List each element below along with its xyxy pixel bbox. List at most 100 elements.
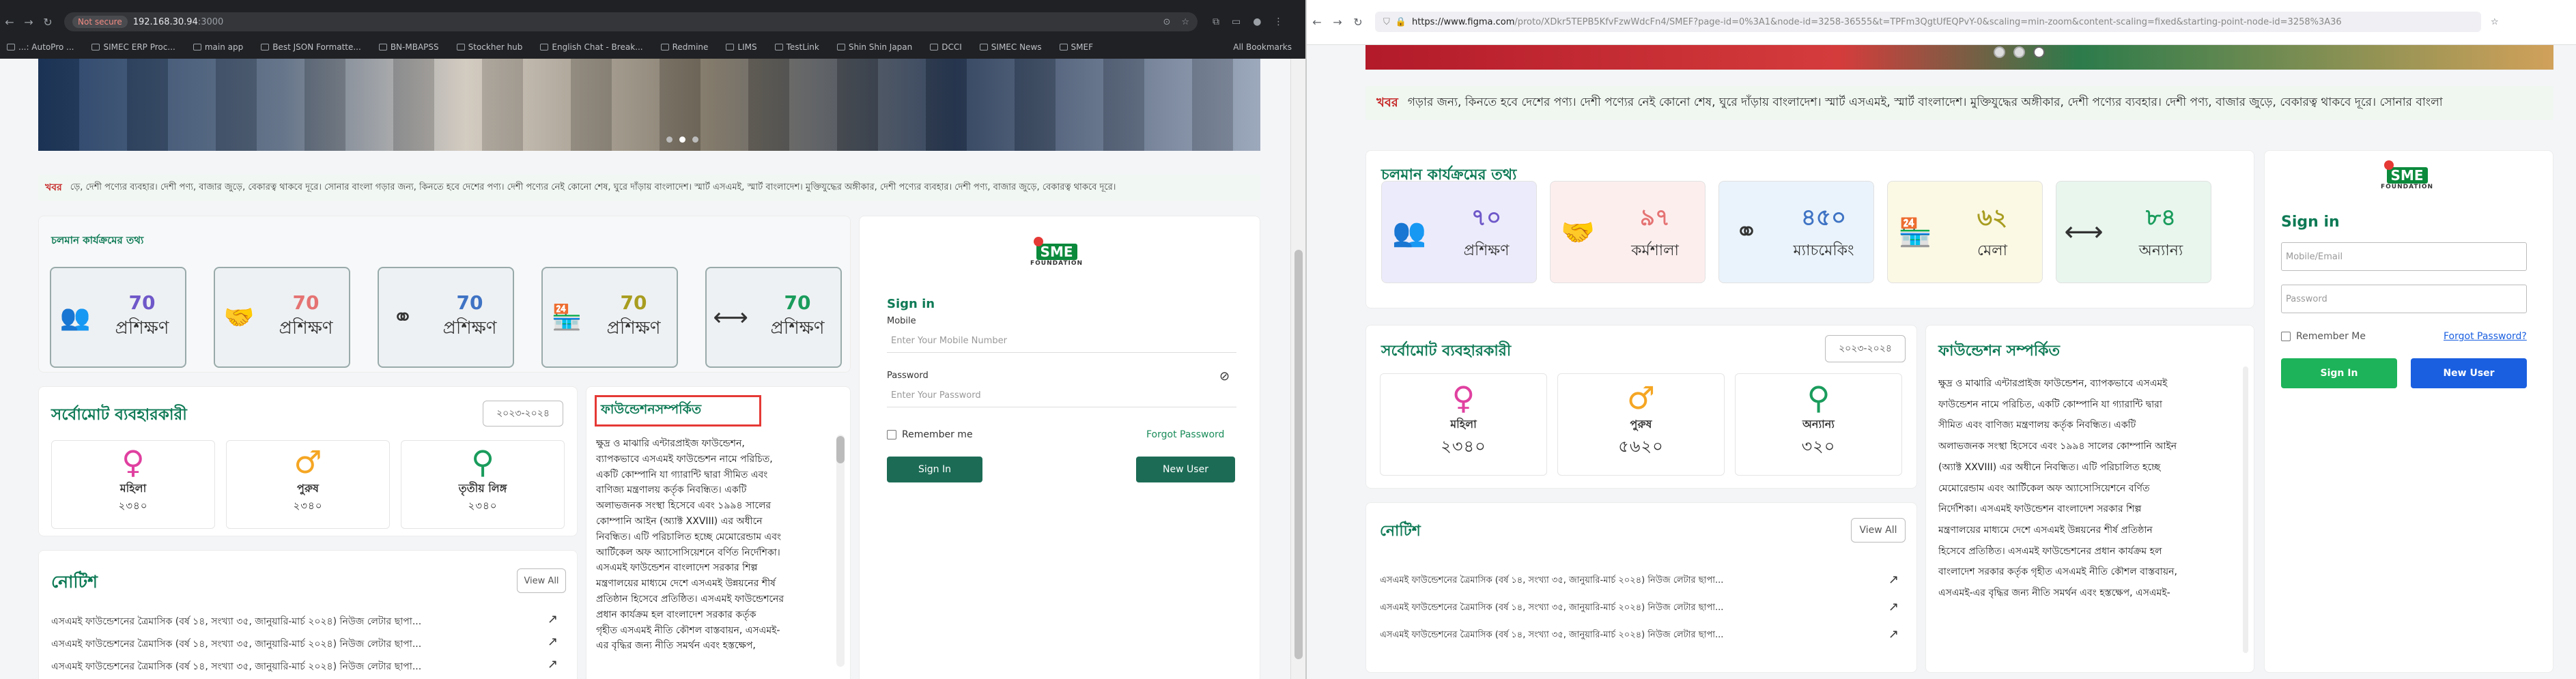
forward-icon[interactable]: → [19,16,38,29]
translate-icon[interactable]: ⊙ [1163,17,1170,27]
right-browser-window: ← → ↻ ⛉ 🔒 https://www.figma.com/proto/XD… [1305,0,2576,679]
signin-card: SME FOUNDATION Sign in Mobile/Email Passw… [2264,150,2553,673]
notice-item[interactable]: এসএমই ফাউন্ডেশনের ত্রৈমাসিক (বর্ষ ১৪, সং… [51,659,421,675]
remember-me[interactable]: Remember me [887,429,973,440]
notice-title: নোটিশ [1380,523,1421,540]
forgot-password-link[interactable]: Forgot Password? [2444,331,2527,342]
remember-checkbox[interactable] [887,430,896,439]
mobile-input[interactable]: Enter Your Mobile Number [887,330,1236,353]
stat-card[interactable]: 👥 70 প্রশিক্ষণ [50,267,186,368]
left-page-scrollbar[interactable] [1290,59,1305,679]
arrow-up-right-icon[interactable]: ↗ [548,635,558,649]
arrow-up-right-icon[interactable]: ↗ [1888,600,1899,614]
year-select[interactable]: ২০২৩-২০২৪ [483,401,563,427]
bookmark-star-icon[interactable]: ☆ [2491,17,2499,27]
remember-checkbox[interactable] [2281,332,2291,341]
notice-item[interactable]: এসএমই ফাউন্ডেশনের ত্রৈমাসিক (বর্ষ ১৪, সং… [1380,629,1723,643]
bookmark-item[interactable]: English Chat - Break... [540,42,643,52]
carousel-dot[interactable] [1994,46,2005,58]
url-host: https://www.figma.com [1411,16,1515,27]
about-line: মন্ত্রণালয়ের মাধ্যমে দেশে এসএমই উন্নয়ন… [1938,524,2153,536]
gender-label: মহিলা [1450,417,1477,431]
menu-kebab-icon[interactable]: ⋮ [1273,16,1283,27]
carousel-dot[interactable] [692,136,698,143]
forgot-password-link[interactable]: Forgot Password [1146,429,1224,440]
stat-card[interactable]: 🏪 ৬২ মেলা [1887,181,2043,283]
stat-card[interactable]: ⟷ 70 প্রশিক্ষণ [705,267,842,368]
about-line: ব্যাপকভাবে এসএমই ফাউন্ডেশন নামে পরিচিত, [596,453,773,465]
all-bookmarks-button[interactable]: All Bookmarks [1233,42,1292,52]
carousel-dot[interactable] [679,136,685,143]
forward-icon[interactable]: → [1327,16,1348,29]
back-icon[interactable]: ← [0,16,19,29]
notice-item[interactable]: এসএমই ফাউন্ডেশনের ত্রৈমাসিক (বর্ষ ১৪, সং… [51,636,421,652]
reload-icon[interactable]: ↻ [1348,16,1368,29]
sidebar-icon[interactable]: ▭ [1232,16,1241,27]
bookmark-item[interactable]: BN-MBAPSS [378,42,439,52]
bookmark-item[interactable]: Shin Shin Japan [836,42,912,52]
year-select[interactable]: ২০২৩-২০২৪ [1825,335,1906,362]
bookmark-item[interactable]: TestLink [774,42,819,52]
notice-card: নোটিশ View All এসএমই ফাউন্ডেশনের ত্রৈমাস… [1365,502,1917,673]
profile-avatar[interactable]: ● [1253,16,1261,27]
stat-card[interactable]: 👥 ৭০ প্রশিক্ষণ [1381,181,1537,283]
stat-card[interactable]: 🤝 70 প্রশিক্ষণ [214,267,350,368]
arrow-up-right-icon[interactable]: ↗ [1888,627,1899,641]
new-user-button[interactable]: New User [2411,358,2527,388]
bookmark-item[interactable]: DCCI [930,42,962,52]
user-gender-card: ♀ মহিলা ২৩৪০ [51,440,215,529]
extensions-icon[interactable]: ⧉ [1213,16,1219,27]
new-user-button[interactable]: New User [1136,457,1235,482]
stat-card[interactable]: ⟷ ৮৪ অন্যান্য [2056,181,2211,283]
carousel-dot[interactable] [666,136,673,143]
about-scrollbar[interactable] [2243,366,2248,653]
eye-off-icon[interactable]: ⊘ [1219,369,1230,384]
bookmark-item[interactable]: Stockher hub [456,42,522,52]
notice-item[interactable]: এসএমই ফাউন্ডেশনের ত্রৈমাসিক (বর্ষ ১৪, সং… [1380,601,1723,616]
total-users-card: সর্বোমোট ব্যবহারকারী ২০২৩-২০২৪ ♀ মহিলা ২৩৪… [1365,325,1917,489]
notice-view-all-button[interactable]: View All [517,568,566,593]
bookmark-item[interactable]: Redmine [660,42,709,52]
password-input[interactable]: Password [2281,285,2527,313]
notice-item[interactable]: এসএমই ফাউন্ডেশনের ত্রৈমাসিক (বর্ষ ১৪, সং… [1380,574,1723,588]
stat-card[interactable]: ⚭ ৪৫০ ম্যাচমেকিং [1718,181,1874,283]
sme-logo: SME FOUNDATION [1030,237,1083,267]
bookmark-item[interactable]: SMEF [1059,42,1093,52]
gender-label: পুরুষ [1630,417,1652,431]
not-secure-badge[interactable]: Not secure [72,16,128,28]
signin-button[interactable]: Sign In [887,457,982,482]
stat-label: কর্মশালা [1631,242,1679,259]
arrow-up-right-icon[interactable]: ↗ [1888,573,1899,587]
reload-icon[interactable]: ↻ [38,16,57,29]
stat-card[interactable]: 🏪 70 প্রশিক্ষণ [541,267,678,368]
carousel-dot[interactable] [2033,46,2045,58]
back-icon[interactable]: ← [1307,16,1327,29]
arrow-up-right-icon[interactable]: ↗ [548,612,558,626]
carousel-dot[interactable] [2013,46,2025,58]
password-input[interactable]: Enter Your Password [887,384,1236,407]
bookmark-star-icon[interactable]: ☆ [1181,17,1189,27]
shield-icon[interactable]: ⛉ [1383,17,1390,27]
stat-card[interactable]: ⚭ 70 প্রশিক্ষণ [378,267,514,368]
mobile-email-input[interactable]: Mobile/Email [2281,242,2527,271]
gender-value: ৫৬২০ [1618,436,1664,456]
notice-view-all-button[interactable]: View All [1851,518,1906,543]
bookmark-item[interactable]: SIMEC News [979,42,1042,52]
bookmark-label: Redmine [672,42,709,52]
stat-card[interactable]: 🤝 ৯৭ কর্মশালা [1550,181,1705,283]
right-address-bar[interactable]: ⛉ 🔒 https://www.figma.com/proto/XDkr5TEP… [1375,12,2481,32]
bookmark-item[interactable]: ...: AutoPro ... [7,42,74,52]
bookmark-item[interactable]: SIMEC ERP Proc... [91,42,175,52]
user-gender-card: ♂ পুরুষ ২৩৪০ [226,440,390,529]
left-address-bar[interactable]: Not secure 192.168.30.94:3000 ⊙ ☆ [64,12,1198,31]
bookmark-item[interactable]: main app [193,42,243,52]
folder-icon [836,44,845,50]
bookmark-item[interactable]: Best JSON Formatte... [261,42,361,52]
bookmark-item[interactable]: LIMS [726,42,757,52]
stat-text: ৪৫০ ম্যাচমেকিং [1774,200,1873,264]
signin-button[interactable]: Sign In [2281,358,2397,388]
notice-item[interactable]: এসএমই ফাউন্ডেশনের ত্রৈমাসিক (বর্ষ ১৪, সং… [51,613,421,630]
about-scrollbar[interactable] [836,435,845,667]
arrow-up-right-icon[interactable]: ↗ [548,657,558,671]
remember-me[interactable]: Remember Me [2281,331,2366,342]
